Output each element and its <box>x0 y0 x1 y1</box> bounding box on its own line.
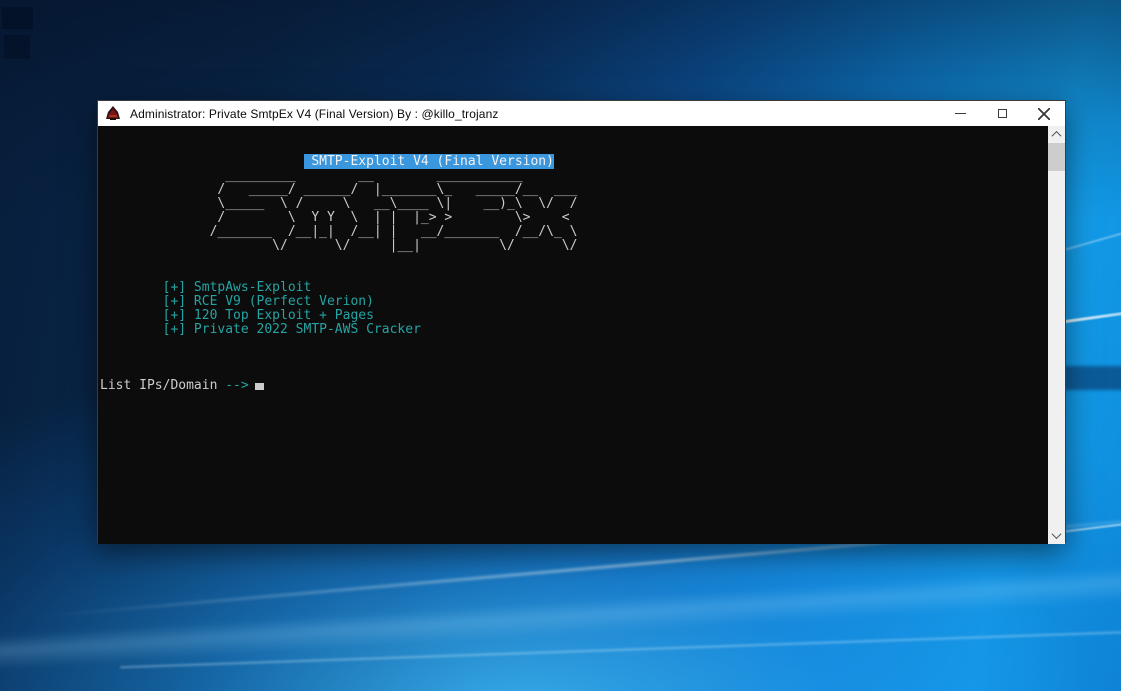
ascii-art-line: / _____/ ______/ |_______\_ _____/__ ___ <box>100 183 1048 197</box>
blank-line <box>100 337 1048 351</box>
ascii-art-line: /_______ /__|_| /__| | __/_______ /__/\_… <box>100 225 1048 239</box>
scrollbar-thumb[interactable] <box>1048 143 1065 171</box>
prompt-arrow: --> <box>225 378 248 393</box>
ascii-art-line: \_____ \ / \ __\____ \| __)_\ \/ / <box>100 197 1048 211</box>
menu-item: [+] RCE V9 (Perfect Verion) <box>100 295 1048 309</box>
wallpaper-beam <box>120 630 1121 669</box>
console-area: SMTP-Exploit V4 (Final Version) ________… <box>98 126 1065 544</box>
blank-line <box>100 141 1048 155</box>
ascii-art-line: \/ \/ |__| \/ \/ <box>100 239 1048 253</box>
close-icon <box>1038 108 1050 120</box>
chevron-up-icon <box>1052 131 1062 141</box>
app-icon <box>105 106 121 121</box>
menu-item: [+] Private 2022 SMTP-AWS Cracker <box>100 323 1048 337</box>
scrollbar-track[interactable] <box>1048 171 1065 527</box>
ascii-art-line: _________ __ ___________ <box>100 169 1048 183</box>
prompt-line[interactable]: List IPs/Domain --> <box>100 379 1048 393</box>
banner-indent <box>100 154 304 169</box>
banner-line: SMTP-Exploit V4 (Final Version) <box>100 155 1048 169</box>
scroll-up-button[interactable] <box>1048 126 1065 143</box>
ascii-art-line: / \ Y Y \ | | |_> > \> < <box>100 211 1048 225</box>
blank-line <box>100 253 1048 267</box>
text-cursor <box>255 383 264 390</box>
wallpaper-shadow <box>4 35 30 59</box>
scroll-down-button[interactable] <box>1048 527 1065 544</box>
prompt-label: List IPs/Domain <box>100 378 225 393</box>
close-button[interactable] <box>1023 101 1065 126</box>
blank-line <box>100 127 1048 141</box>
menu-item: [+] 120 Top Exploit + Pages <box>100 309 1048 323</box>
minimize-button[interactable] <box>939 101 981 126</box>
console-output[interactable]: SMTP-Exploit V4 (Final Version) ________… <box>98 126 1048 544</box>
minimize-icon <box>955 113 966 114</box>
window-title: Administrator: Private SmtpEx V4 (Final … <box>130 107 939 121</box>
banner-title: SMTP-Exploit V4 (Final Version) <box>304 154 554 169</box>
window-titlebar[interactable]: Administrator: Private SmtpEx V4 (Final … <box>98 101 1065 126</box>
scrollbar[interactable] <box>1048 126 1065 544</box>
maximize-button[interactable] <box>981 101 1023 126</box>
console-window: Administrator: Private SmtpEx V4 (Final … <box>97 100 1066 543</box>
blank-line <box>100 351 1048 365</box>
blank-line <box>100 365 1048 379</box>
blank-line <box>100 267 1048 281</box>
wallpaper-beam <box>0 562 1121 672</box>
chevron-down-icon <box>1052 529 1062 539</box>
window-controls <box>939 101 1065 126</box>
menu-item: [+] SmtpAws-Exploit <box>100 281 1048 295</box>
wallpaper-shadow <box>2 7 33 29</box>
maximize-icon <box>998 109 1007 118</box>
desktop-wallpaper: Administrator: Private SmtpEx V4 (Final … <box>0 0 1121 691</box>
